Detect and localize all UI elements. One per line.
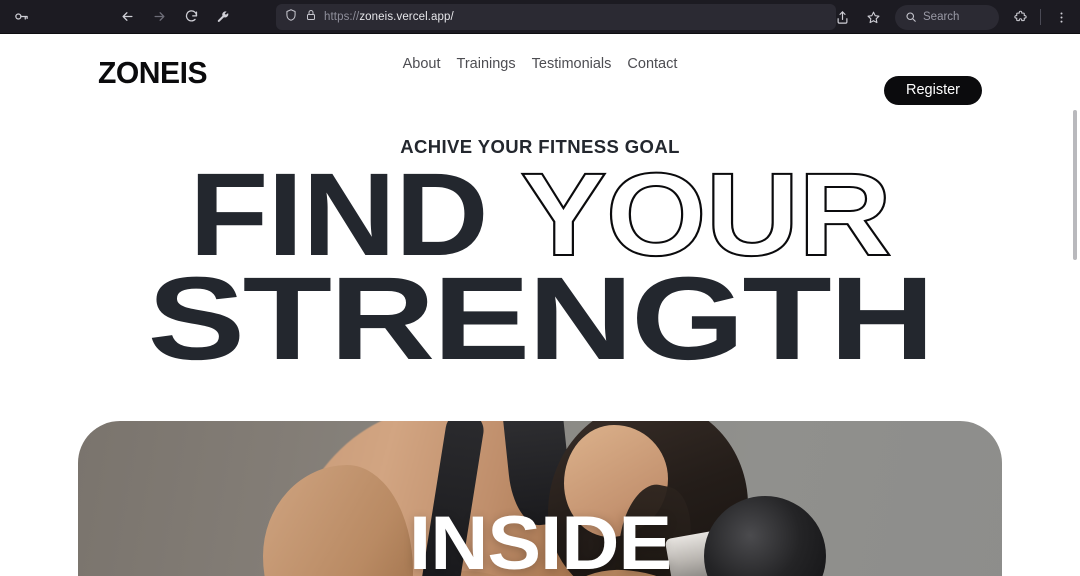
toolbar-divider bbox=[1040, 9, 1041, 25]
site-header: ZONEIS About Trainings Testimonials Cont… bbox=[0, 34, 1080, 105]
page-scrollbar-thumb[interactable] bbox=[1073, 110, 1077, 260]
page-scrollbar[interactable] bbox=[1071, 68, 1080, 576]
shield-icon bbox=[284, 8, 298, 27]
star-icon[interactable] bbox=[858, 4, 888, 30]
url-scheme: https:// bbox=[324, 11, 360, 23]
photo-vignette bbox=[78, 421, 1002, 576]
kebab-menu-icon[interactable] bbox=[1046, 4, 1076, 30]
url-host: zoneis.vercel.app/ bbox=[359, 11, 454, 23]
search-icon bbox=[905, 11, 917, 23]
search-placeholder: Search bbox=[923, 11, 960, 23]
forward-arrow-icon[interactable] bbox=[144, 4, 174, 30]
toolbar-right-group: Search bbox=[827, 0, 1076, 34]
nav-item-trainings[interactable]: Trainings bbox=[457, 56, 516, 72]
main-navigation: About Trainings Testimonials Contact bbox=[0, 56, 1080, 72]
nav-item-about[interactable]: About bbox=[403, 56, 441, 72]
hero-image-card: INSIDE AND OUT bbox=[78, 421, 1002, 576]
nav-item-contact[interactable]: Contact bbox=[627, 56, 677, 72]
lock-icon bbox=[305, 8, 317, 26]
nav-item-testimonials[interactable]: Testimonials bbox=[532, 56, 612, 72]
hero-headline: FIND YOUR STRENGTH bbox=[0, 155, 1080, 385]
headline-line-2: STRENGTH bbox=[147, 252, 935, 385]
url-text: https://zoneis.vercel.app/ bbox=[324, 11, 454, 23]
puzzle-piece-icon[interactable] bbox=[1005, 4, 1035, 30]
register-button[interactable]: Register bbox=[884, 76, 982, 105]
search-input[interactable]: Search bbox=[895, 4, 999, 30]
browser-toolbar: https://zoneis.vercel.app/ Search bbox=[0, 0, 1080, 34]
toolbar-left-group bbox=[0, 4, 238, 30]
address-bar[interactable]: https://zoneis.vercel.app/ bbox=[276, 4, 836, 30]
page-viewport: ZONEIS About Trainings Testimonials Cont… bbox=[0, 34, 1080, 576]
wrench-icon[interactable] bbox=[208, 4, 238, 30]
share-upload-icon[interactable] bbox=[827, 4, 857, 30]
reload-icon[interactable] bbox=[176, 4, 206, 30]
key-icon[interactable] bbox=[6, 4, 36, 30]
back-arrow-icon[interactable] bbox=[112, 4, 142, 30]
fitness-photo bbox=[78, 421, 1002, 576]
nav-buttons-group bbox=[112, 4, 238, 30]
hero-section: ACHIVE YOUR FITNESS GOAL FIND YOUR STREN… bbox=[0, 90, 1080, 385]
